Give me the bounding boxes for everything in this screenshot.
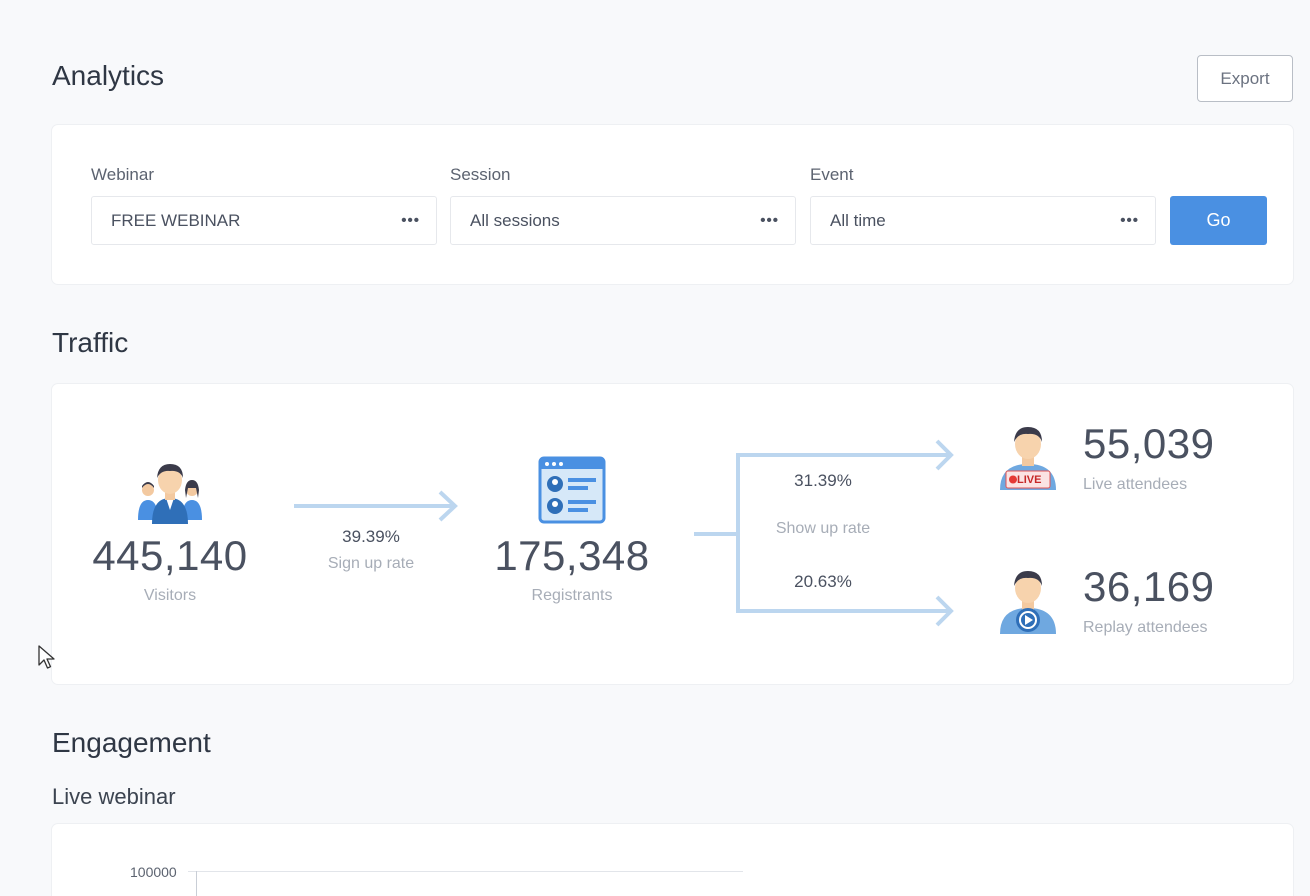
more-dots-icon[interactable]: ••• (760, 197, 779, 244)
more-dots-icon[interactable]: ••• (401, 197, 420, 244)
session-select[interactable]: All sessions ••• (450, 196, 796, 245)
chart-gridline (188, 871, 743, 872)
live-badge: LIVE (1017, 474, 1042, 486)
go-button[interactable]: Go (1170, 196, 1267, 245)
session-select-value: All sessions (470, 211, 560, 230)
traffic-card: 445,140 Visitors 39.39% Sign up rate 175… (52, 384, 1293, 684)
visitors-group-icon (138, 464, 202, 524)
event-select[interactable]: All time ••• (810, 196, 1156, 245)
more-dots-icon[interactable]: ••• (1120, 197, 1139, 244)
signup-rate-label: Sign up rate (327, 555, 415, 572)
registrants-label: Registrants (531, 587, 613, 604)
replay-attendee-icon (1000, 571, 1056, 634)
chart-y-axis (196, 871, 197, 896)
signup-arrow-icon (294, 490, 458, 522)
filter-card: Webinar FREE WEBINAR ••• Session All ses… (52, 125, 1293, 284)
visitors-label: Visitors (143, 587, 197, 604)
event-select-value: All time (830, 211, 886, 230)
visitors-count: 445,140 (92, 532, 248, 579)
session-label: Session (450, 165, 511, 184)
signup-rate: 39.39% (342, 527, 400, 546)
replay-attendees-count: 36,169 (1083, 563, 1215, 610)
event-label: Event (810, 165, 854, 184)
webinar-select-value: FREE WEBINAR (111, 211, 241, 230)
traffic-title: Traffic (52, 327, 129, 358)
engagement-title: Engagement (52, 727, 211, 758)
live-webinar-subtitle: Live webinar (52, 784, 176, 809)
y-axis-tick-label: 100000 (130, 864, 177, 880)
replay-show-up-rate: 20.63% (794, 572, 852, 591)
webinar-label: Webinar (91, 165, 154, 184)
registrants-form-icon (538, 456, 606, 524)
live-attendees-label: Live attendees (1083, 476, 1188, 493)
live-attendees-count: 55,039 (1083, 420, 1215, 467)
registrants-count: 175,348 (494, 532, 650, 579)
webinar-select[interactable]: FREE WEBINAR ••• (91, 196, 437, 245)
engagement-chart-card: 100000 (52, 824, 1293, 896)
live-show-up-rate: 31.39% (794, 471, 852, 490)
export-button[interactable]: Export (1197, 55, 1293, 102)
mouse-cursor-icon (38, 645, 55, 669)
show-up-rate-label: Show up rate (775, 520, 871, 537)
replay-attendees-label: Replay attendees (1083, 619, 1208, 636)
page-title: Analytics (52, 60, 165, 91)
